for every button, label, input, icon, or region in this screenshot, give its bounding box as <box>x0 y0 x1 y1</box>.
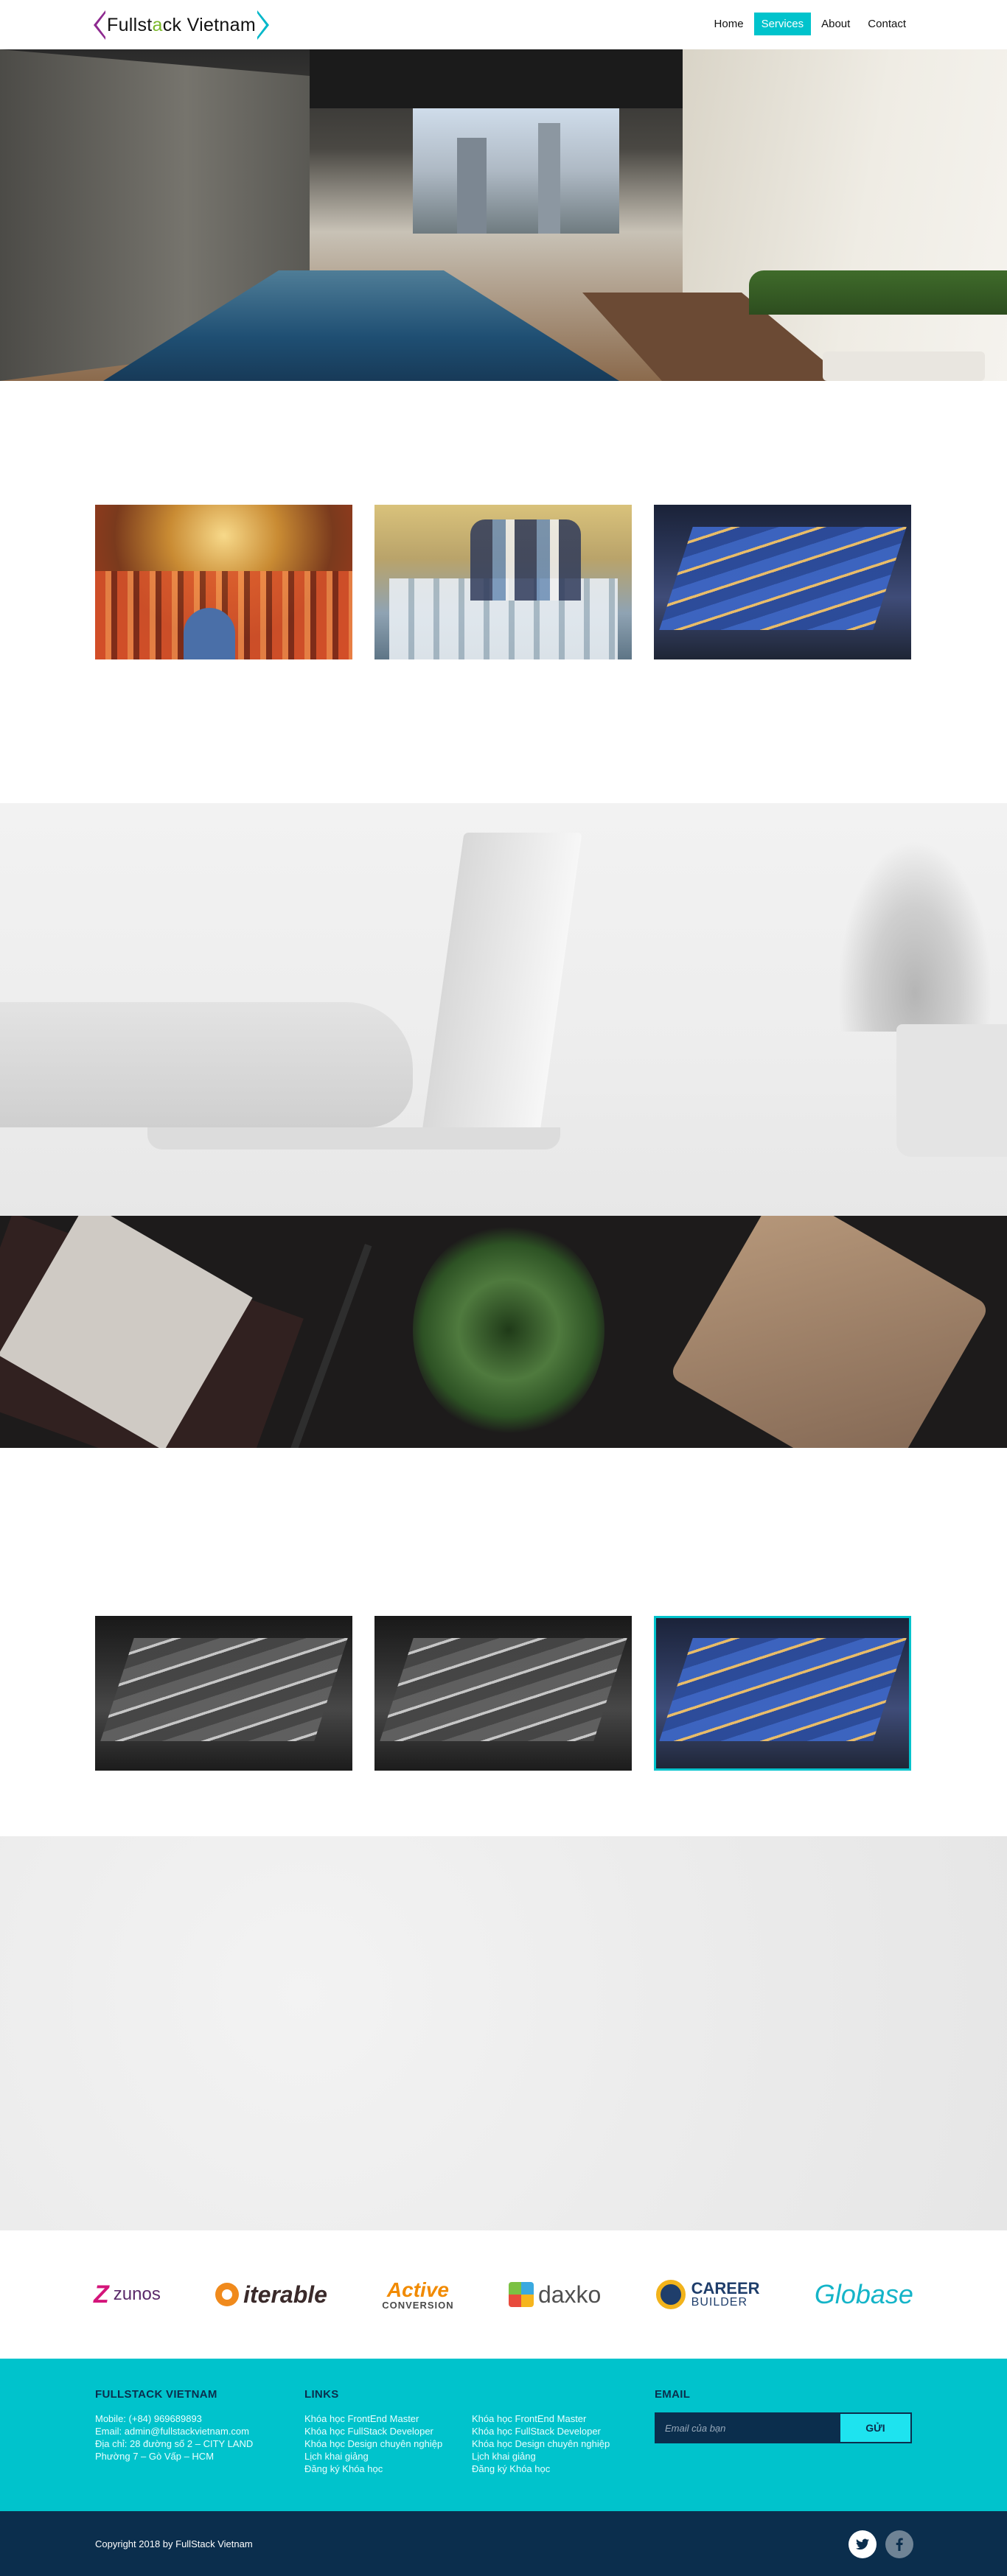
footer-link[interactable]: Khóa học Design chuyên nghiệp <box>304 2437 442 2450</box>
main-nav: Home Services About Contact <box>707 13 913 35</box>
zunos-logo: Zzunos <box>94 2280 161 2309</box>
facebook-icon[interactable] <box>885 2530 913 2558</box>
footer-link[interactable]: Đăng ký Khóa học <box>472 2463 610 2475</box>
laptop-background-image <box>0 803 1007 1216</box>
footer-address: Địa chỉ: 28 đường số 2 – CITY LAND <box>95 2438 254 2449</box>
nav-home[interactable]: Home <box>707 13 751 35</box>
desk-background-image <box>0 1216 1007 1448</box>
footer-email-title: EMAIL <box>655 2388 691 2401</box>
nav-contact[interactable]: Contact <box>860 13 913 35</box>
footer-address-2: Phường 7 – Gò Vấp – HCM <box>95 2451 215 2462</box>
photo-night-aerial-gray[interactable] <box>95 1616 352 1771</box>
logo-text: Fullstack Vietnam <box>107 14 256 35</box>
photo-night-aerial-selected[interactable] <box>654 1616 911 1771</box>
daxko-logo: daxko <box>508 2281 601 2309</box>
photo-event-conference[interactable] <box>95 505 352 659</box>
careerbuilder-mark-icon <box>655 2280 686 2309</box>
footer-links: LINKS Khóa học FrontEnd Master Khóa học … <box>304 2388 442 2475</box>
footer-link[interactable]: Khóa học Design chuyên nghiệp <box>472 2437 610 2450</box>
footer-link[interactable]: Khóa học FrontEnd Master <box>304 2412 442 2425</box>
logo-right-bracket-icon <box>257 10 269 40</box>
twitter-icon[interactable] <box>849 2530 877 2558</box>
gallery-row-1 <box>0 505 1007 659</box>
site-footer: FULLSTACK VIETNAM Mobile: (+84) 96968989… <box>0 2359 1007 2576</box>
footer-link[interactable]: Khóa học FrontEnd Master <box>472 2412 610 2425</box>
gallery-section-1 <box>0 381 1007 803</box>
footer-link[interactable]: Lịch khai giảng <box>304 2450 442 2463</box>
footer-contact-title: FULLSTACK VIETNAM <box>95 2388 217 2401</box>
footer-link[interactable]: Khóa học FullStack Developer <box>304 2425 442 2437</box>
gallery-section-2 <box>0 1448 1007 1836</box>
partner-logos: Zzunos iterable Active CONVERSION daxko C… <box>0 2230 1007 2359</box>
footer-link[interactable]: Đăng ký Khóa học <box>304 2463 442 2475</box>
email-input[interactable] <box>656 2414 840 2442</box>
footer-link[interactable]: Lịch khai giảng <box>472 2450 610 2463</box>
globase-logo: Globase <box>814 2279 913 2309</box>
footer-main: FULLSTACK VIETNAM Mobile: (+84) 96968989… <box>0 2359 1007 2511</box>
careerbuilder-logo: CAREER BUILDER <box>655 2280 760 2309</box>
nav-services[interactable]: Services <box>753 13 812 35</box>
iterable-mark-icon <box>215 2283 240 2306</box>
nav-about[interactable]: About <box>814 13 857 35</box>
copyright: Copyright 2018 by FullStack Vietnam <box>95 2538 253 2549</box>
photo-architecture-model[interactable] <box>374 505 632 659</box>
social-links <box>849 2530 913 2558</box>
footer-phone: Mobile: (+84) 969689893 <box>95 2413 202 2424</box>
logo-left-bracket-icon <box>94 10 105 40</box>
footer-link[interactable]: Khóa học FullStack Developer <box>472 2425 610 2437</box>
footer-email: Email: admin@fullstackvietnam.com <box>95 2426 249 2437</box>
gallery-row-2 <box>0 1616 1007 1771</box>
subscribe-form: GỬI <box>655 2412 912 2443</box>
photo-night-aerial-gray[interactable] <box>374 1616 632 1771</box>
footer-links-2: Khóa học FrontEnd Master Khóa học FullSt… <box>472 2412 610 2475</box>
footer-bottom: Copyright 2018 by FullStack Vietnam <box>0 2511 1007 2576</box>
footer-subscribe: EMAIL GỬI <box>655 2388 912 2443</box>
send-button[interactable]: GỬI <box>840 2414 910 2442</box>
iterable-logo: iterable <box>215 2281 327 2309</box>
city-window <box>413 108 619 234</box>
footer-contact: FULLSTACK VIETNAM Mobile: (+84) 96968989… <box>95 2388 253 2463</box>
concrete-texture-band <box>0 1836 1007 2230</box>
hero-pool-image <box>0 49 1007 381</box>
site-logo[interactable]: Fullstack Vietnam <box>94 9 269 41</box>
daxko-mark-icon <box>508 2282 534 2307</box>
photo-night-aerial[interactable] <box>654 505 911 659</box>
active-conversion-logo: Active CONVERSION <box>382 2278 454 2311</box>
footer-links-title: LINKS <box>304 2388 339 2401</box>
site-header: Fullstack Vietnam Home Services About Co… <box>0 0 1007 49</box>
